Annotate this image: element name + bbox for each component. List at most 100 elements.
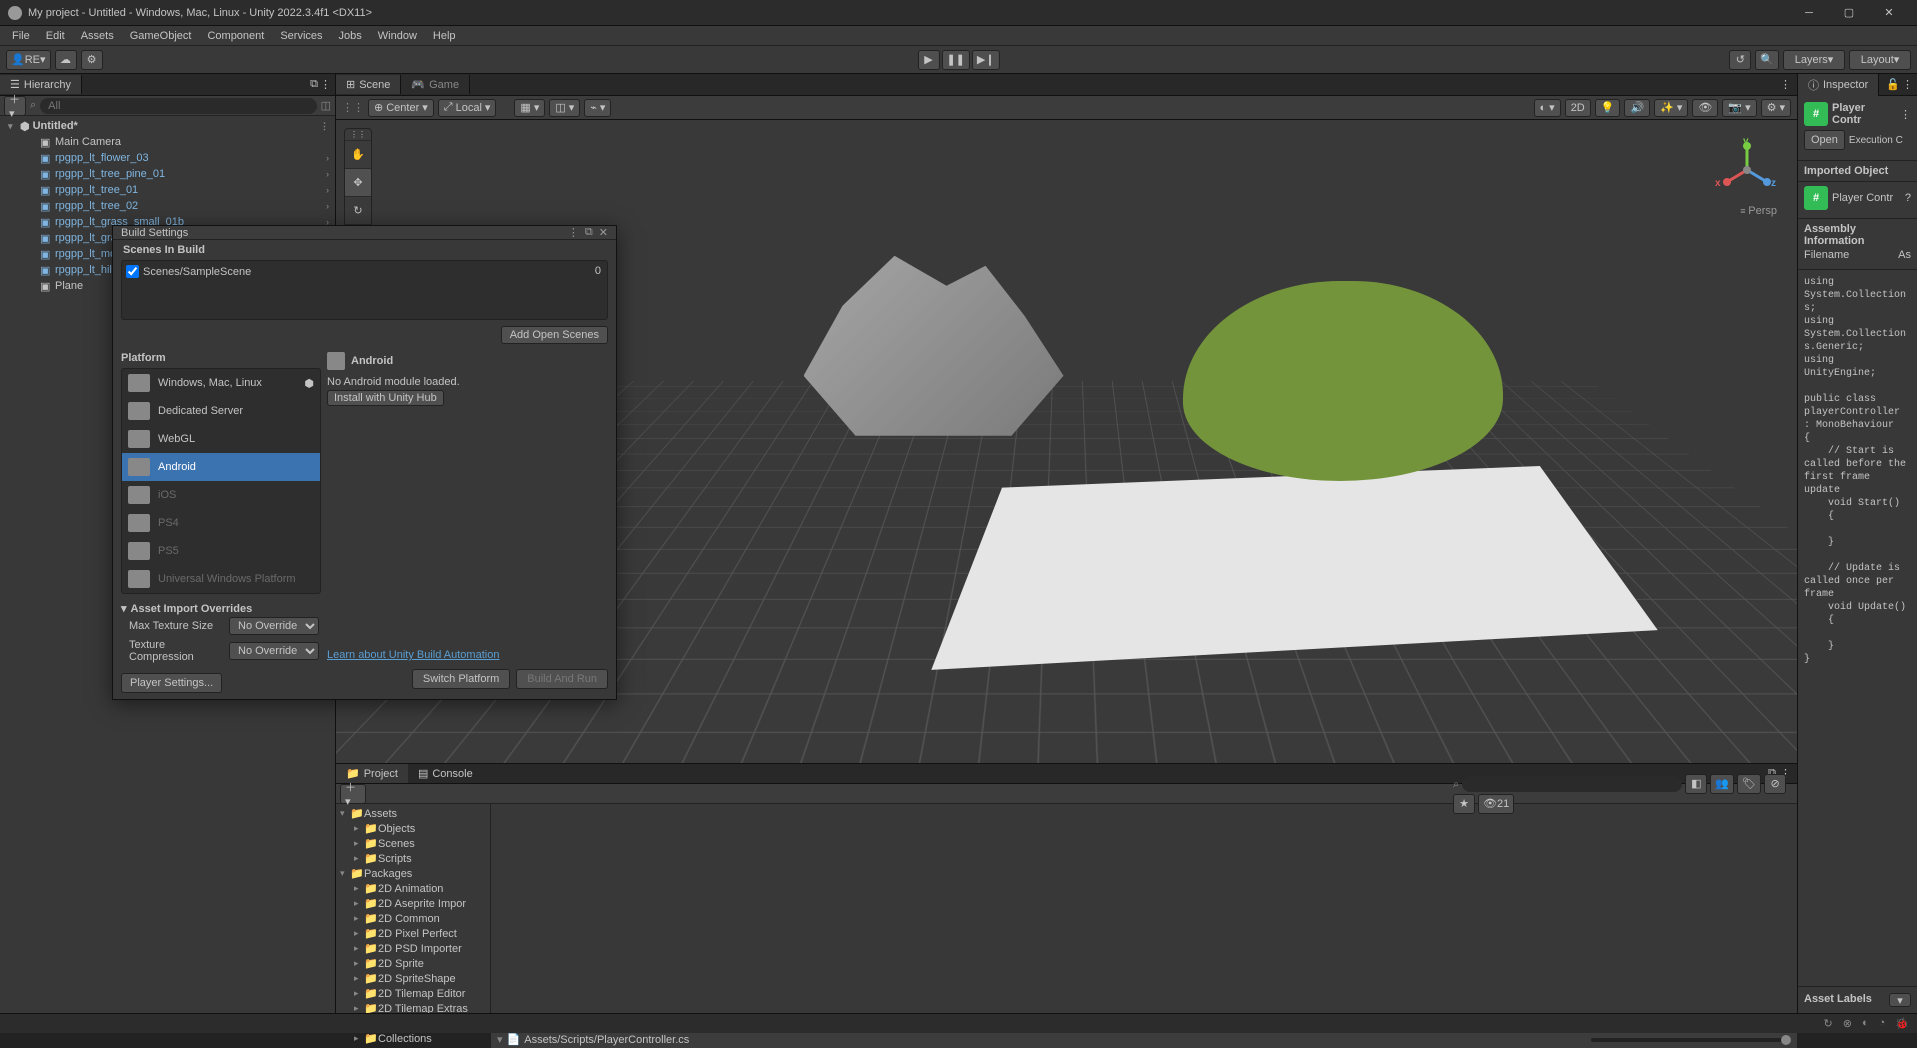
chevron-icon[interactable]: ▸ [354, 928, 364, 939]
chevron-icon[interactable]: ▸ [354, 988, 364, 999]
snap-button[interactable]: ◫▾ [549, 99, 580, 117]
scene-tab[interactable]: ⊞Scene [336, 75, 401, 94]
chevron-icon[interactable]: ▸ [354, 823, 364, 834]
hierarchy-item[interactable]: ▣rpgpp_lt_tree_pine_01› [0, 166, 335, 182]
menu-dots-icon[interactable]: ⋮ [320, 78, 331, 91]
global-illumination-icon[interactable]: ◐ [1862, 1017, 1869, 1030]
menu-dots-icon[interactable]: ⋮ [1900, 108, 1911, 121]
chevron-icon[interactable]: ▸ [354, 1033, 364, 1044]
space-dropdown[interactable]: ⤢Local▾ [438, 99, 497, 117]
minimize-button[interactable]: ─ [1789, 0, 1829, 26]
menu-dots-icon[interactable]: ⋮ [320, 121, 329, 132]
asset-tree-item[interactable]: ▸📁2D Pixel Perfect [336, 926, 490, 941]
step-button[interactable]: ▶❙ [972, 50, 1000, 70]
scenes-in-build-list[interactable]: Scenes/SampleScene 0 [121, 260, 608, 320]
progress-icon[interactable]: ◔ [1879, 1017, 1886, 1030]
cache-server-icon[interactable]: ⊗ [1843, 1017, 1852, 1030]
asset-tree-item[interactable]: ▸📁2D SpriteShape [336, 971, 490, 986]
inspector-tab[interactable]: ⓘInspector [1798, 74, 1879, 96]
menu-jobs[interactable]: Jobs [331, 28, 370, 44]
asset-tree-item[interactable]: ▾📁Packages [336, 866, 490, 881]
2d-toggle[interactable]: 2D [1565, 99, 1591, 117]
chevron-icon[interactable]: ▸ [354, 898, 364, 909]
menu-window[interactable]: Window [370, 28, 425, 44]
labels-dropdown[interactable]: ▾ [1889, 993, 1911, 1007]
chevron-icon[interactable]: ▸ [354, 838, 364, 849]
pivot-dropdown[interactable]: ⊕Center▾ [368, 99, 434, 117]
search-button[interactable]: 🔍 [1755, 50, 1779, 70]
close-button[interactable]: ✕ [1869, 0, 1909, 26]
build-and-run-button[interactable]: Build And Run [516, 669, 608, 689]
camera-button[interactable]: 📷▾ [1722, 99, 1756, 117]
maximize-button[interactable]: ▢ [1829, 0, 1869, 26]
undo-history-button[interactable]: ↺ [1729, 50, 1751, 70]
hierarchy-item[interactable]: ▣rpgpp_lt_tree_01› [0, 182, 335, 198]
save-search-2-button[interactable]: ⊘ [1764, 774, 1786, 794]
asset-tree-item[interactable]: ▸📁Scripts [336, 851, 490, 866]
platform-item[interactable]: Android [122, 453, 320, 481]
menu-help[interactable]: Help [425, 28, 464, 44]
chevron-right-icon[interactable]: › [326, 201, 329, 211]
asset-detail-view[interactable]: ▾ 📄 Assets/Scripts/PlayerController.cs [491, 804, 1797, 1048]
layout-dropdown[interactable]: Layout▾ [1849, 50, 1911, 70]
hidden-objects-toggle[interactable]: 👁 [1692, 99, 1718, 117]
game-tab[interactable]: 🎮Game [401, 75, 470, 94]
auto-refresh-icon[interactable]: ↻ [1824, 1017, 1833, 1030]
menu-services[interactable]: Services [272, 28, 330, 44]
menu-assets[interactable]: Assets [73, 28, 122, 44]
project-add-button[interactable]: ＋▾ [340, 784, 366, 804]
chevron-icon[interactable]: ▾ [340, 808, 350, 819]
lock-icon[interactable]: 🔓 [1886, 78, 1900, 91]
lighting-toggle[interactable]: 💡 [1595, 99, 1621, 117]
build-automation-link[interactable]: Learn about Unity Build Automation [327, 649, 499, 661]
debug-mode-icon[interactable]: 🐞 [1895, 1017, 1909, 1030]
platform-item[interactable]: WebGL [122, 425, 320, 453]
asset-tree-item[interactable]: ▾📁Assets [336, 806, 490, 821]
chevron-icon[interactable]: ▾ [340, 868, 350, 879]
player-settings-button[interactable]: Player Settings... [121, 673, 222, 693]
chevron-down-icon[interactable]: ▾ [8, 121, 20, 132]
menu-gameobject[interactable]: GameObject [122, 28, 200, 44]
platform-item[interactable]: PS5 [122, 537, 320, 565]
asset-tree-item[interactable]: ▸📁2D Common [336, 911, 490, 926]
audio-toggle[interactable]: 🔊 [1624, 99, 1650, 117]
search-by-type-button[interactable]: ◧ [1685, 774, 1707, 794]
help-icon[interactable]: ? [1905, 192, 1911, 204]
services-button[interactable]: ⚙ [81, 50, 103, 70]
popout-icon[interactable]: ⧉ [585, 226, 593, 239]
chevron-icon[interactable]: ▸ [354, 943, 364, 954]
menu-dots-icon[interactable]: ⋮ [1902, 78, 1913, 91]
asset-tree[interactable]: ▾📁Assets▸📁Objects▸📁Scenes▸📁Scripts▾📁Pack… [336, 804, 491, 1048]
asset-tree-item[interactable]: ▸📁Collections [336, 1031, 490, 1046]
popout-icon[interactable]: ⧉ [310, 78, 318, 91]
asset-tree-item[interactable]: ▸📁2D Aseprite Impor [336, 896, 490, 911]
console-tab[interactable]: ▤Console [408, 764, 483, 783]
project-search-input[interactable] [1462, 776, 1682, 792]
menu-file[interactable]: File [4, 28, 38, 44]
gizmos-button[interactable]: ⚙▾ [1761, 99, 1791, 117]
overlay-grip[interactable]: ⋮⋮ [345, 129, 371, 141]
platform-list[interactable]: Windows, Mac, Linux⬢Dedicated ServerWebG… [121, 368, 321, 594]
platform-item[interactable]: PS4 [122, 509, 320, 537]
platform-item[interactable]: iOS [122, 481, 320, 509]
execution-order-label[interactable]: Execution C [1849, 135, 1903, 146]
add-button[interactable]: ＋▾ [4, 96, 26, 116]
scene-picker-icon[interactable]: ◫ [321, 99, 331, 112]
fx-toggle[interactable]: ✨▾ [1654, 99, 1688, 117]
move-tool[interactable]: ✥ [345, 169, 371, 197]
asset-tree-item[interactable]: ▸📁2D PSD Importer [336, 941, 490, 956]
cloud-button[interactable]: ☁ [55, 50, 77, 70]
scene-checkbox[interactable] [126, 265, 139, 278]
search-by-label-button[interactable]: 👥 [1710, 774, 1734, 794]
hierarchy-search-input[interactable] [40, 98, 316, 114]
asset-tree-item[interactable]: ▸📁2D Sprite [336, 956, 490, 971]
texture-compression-dropdown[interactable]: No Override [229, 642, 319, 660]
scene-entry-label[interactable]: Scenes/SampleScene [143, 266, 251, 278]
asset-tree-item[interactable]: ▸📁Objects [336, 821, 490, 836]
save-search-button[interactable]: 🏷 [1737, 774, 1761, 794]
scene-root[interactable]: ▾ ⬢ Untitled* ⋮ [0, 118, 335, 134]
chevron-right-icon[interactable]: › [326, 153, 329, 163]
chevron-right-icon[interactable]: › [326, 185, 329, 195]
account-button[interactable]: 👤 RE ▾ [6, 50, 51, 70]
asset-import-overrides-foldout[interactable]: ▾Asset Import Overrides [121, 602, 321, 615]
